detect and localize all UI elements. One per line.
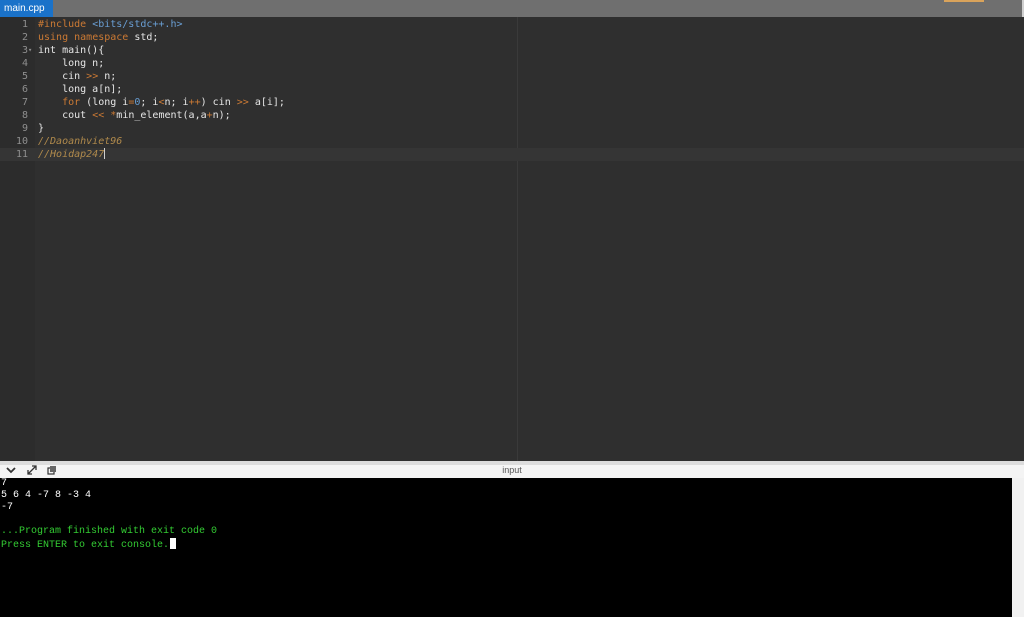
fold-arrow-icon[interactable]: ▾ [28, 44, 35, 57]
code-text: //Daoanhviet96 [38, 135, 122, 148]
console-scrollbar[interactable] [1012, 478, 1024, 617]
console-line: 5 6 4 -7 8 -3 4 [1, 490, 92, 501]
code-token: >> [236, 97, 249, 108]
line-number: 5 [21, 71, 28, 82]
code-token: a[i]; [248, 97, 285, 108]
code-line[interactable]: 6 long a[n]; [0, 83, 1024, 96]
console-line: -7 [1, 502, 14, 513]
code-token: long n; [38, 58, 105, 69]
code-token: for [62, 97, 81, 108]
code-token: #include [38, 19, 93, 30]
code-token: (long i [80, 97, 129, 108]
code-token: std; [128, 32, 159, 43]
code-token: int main(){ [38, 45, 105, 56]
line-number: 3 [21, 45, 28, 56]
code-line[interactable]: 7 for (long i=0; i<n; i++) cin >> a[i]; [0, 96, 1024, 109]
code-text: #include <bits/stdc++.h> [38, 18, 183, 31]
code-token: << [92, 110, 105, 121]
console-line: 7 [1, 478, 8, 489]
code-text: cin >> n; [38, 70, 116, 83]
tab-bar: main.cpp [0, 0, 1024, 17]
code-editor[interactable]: 1 #include <bits/stdc++.h> 2 using namespac… [0, 17, 1024, 461]
code-line[interactable]: 2 using namespace std; [0, 31, 1024, 44]
code-token: ; i [140, 97, 159, 108]
code-token: n); [212, 110, 231, 121]
code-line[interactable]: 9} [0, 122, 1024, 135]
line-number: 4 [21, 58, 28, 69]
code-text: int main(){ [38, 44, 104, 57]
code-token: >> [86, 71, 99, 82]
code-line[interactable]: 4 long n; [0, 57, 1024, 70]
code-token: long a[n]; [38, 84, 123, 95]
console-output[interactable]: 75 6 4 -7 8 -3 4 -7 ...Program finished wi… [0, 478, 1012, 617]
console-header: input [0, 465, 1024, 478]
code-text: long n; [38, 57, 104, 70]
line-number: 6 [21, 84, 28, 95]
code-line[interactable]: 1 #include <bits/stdc++.h> [0, 18, 1024, 31]
chevron-down-icon[interactable] [4, 465, 18, 478]
code-token: ) cin [200, 97, 237, 108]
line-number: 7 [21, 97, 28, 108]
code-text: long a[n]; [38, 83, 122, 96]
code-token: //Hoidap247 [38, 149, 105, 160]
code-text: //Hoidap247 [38, 148, 106, 161]
code-token: n; i [164, 97, 189, 108]
line-number: 1 [21, 19, 28, 30]
line-number: 8 [21, 110, 28, 121]
code-line[interactable]: 5 cin >> n; [0, 70, 1024, 83]
line-number: 10 [15, 136, 28, 147]
code-token: using [38, 32, 69, 43]
code-text: for (long i=0; i<n; i++) cin >> a[i]; [38, 96, 285, 109]
code-token: namespace [74, 32, 129, 43]
expand-icon[interactable] [25, 465, 39, 478]
code-token: ++ [188, 97, 201, 108]
line-number: 2 [21, 32, 28, 43]
text-caret [104, 148, 106, 159]
code-token: cin [38, 71, 87, 82]
code-text: } [38, 122, 44, 135]
code-text: using namespace std; [38, 31, 158, 44]
code-token: <bits/stdc++.h> [92, 19, 183, 30]
tabbar-accent [944, 0, 984, 2]
console-title: input [502, 465, 522, 475]
console-line: ...Program finished with exit code 0 [1, 526, 218, 537]
code-token: min_element(a,a [116, 110, 207, 121]
code-line[interactable]: 11 //Hoidap247 [0, 148, 1024, 161]
console-line: Press ENTER to exit console. [1, 538, 177, 552]
code-line[interactable]: 3 ▾ int main(){ [0, 44, 1024, 57]
tab-main-cpp[interactable]: main.cpp [0, 0, 53, 17]
code-line[interactable]: 8 cout << *min_element(a,a+n); [0, 109, 1024, 122]
code-token: //Daoanhviet96 [38, 136, 123, 147]
code-token: cout [38, 110, 93, 121]
line-number: 9 [21, 123, 28, 134]
copy-icon[interactable] [45, 465, 59, 478]
code-text: cout << *min_element(a,a+n); [38, 109, 231, 122]
line-number: 11 [15, 149, 28, 160]
code-token: } [38, 123, 45, 134]
console-cursor [170, 538, 177, 549]
code-token: n; [98, 71, 117, 82]
code-line[interactable]: 10 //Daoanhviet96 [0, 135, 1024, 148]
